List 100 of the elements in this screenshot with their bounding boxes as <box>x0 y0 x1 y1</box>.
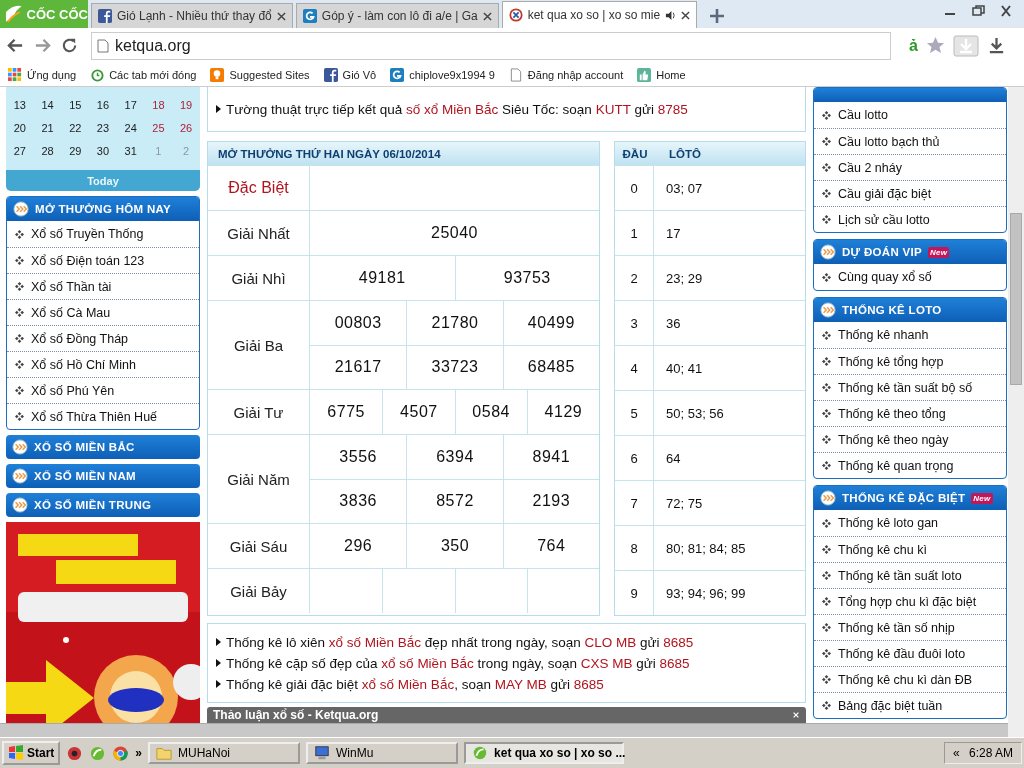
speaker-icon[interactable] <box>665 9 677 21</box>
menu-item[interactable]: Cầu 2 nháy <box>814 154 1006 180</box>
menu-item[interactable]: Cầu lotto <box>814 102 1006 128</box>
bullet-icon <box>822 545 831 554</box>
calendar-day[interactable]: 16 <box>89 98 117 111</box>
tray-toggle[interactable]: « <box>953 746 960 760</box>
calendar-day[interactable]: 25 <box>144 121 173 134</box>
calendar-day[interactable]: 18 <box>144 98 173 111</box>
arrow-bullet-icon <box>216 659 221 667</box>
scroll-thumb[interactable] <box>1010 213 1022 385</box>
bookmark[interactable]: Các tab mới đóng <box>90 67 197 82</box>
bookmark[interactable]: Gió Vô <box>323 67 377 82</box>
bookmark[interactable]: chiplove9x1994 9 <box>390 67 495 82</box>
menu-item[interactable]: Thống kê tổng hợp <box>814 348 1006 374</box>
menu-item[interactable]: Thống kê chu kì <box>814 536 1006 562</box>
calendar-day[interactable]: 23 <box>89 121 117 134</box>
menu-item[interactable]: Thống kê chu kì dàn ĐB <box>814 666 1006 692</box>
menu-item[interactable]: Thống kê theo tổng <box>814 400 1006 426</box>
bullet-icon <box>822 189 831 198</box>
menu-item[interactable]: Thống kê đầu đuôi loto <box>814 640 1006 666</box>
calendar-day[interactable]: 17 <box>116 98 145 111</box>
calendar-day[interactable]: 27 <box>6 144 34 157</box>
menu-item[interactable]: Tổng hợp chu kì đặc biệt <box>814 588 1006 614</box>
menu-item[interactable]: Xổ số Phú Yên <box>7 377 199 403</box>
menu-item[interactable]: Cùng quay xổ số <box>814 264 1006 290</box>
bookmark[interactable]: Đăng nhập account <box>508 67 624 82</box>
calendar-day[interactable]: 13 <box>6 98 34 111</box>
horizontal-scrollbar[interactable] <box>0 723 1008 737</box>
bullet-icon <box>822 383 831 392</box>
menu-item[interactable]: Cầu giải đặc biệt <box>814 180 1006 206</box>
section-header[interactable]: MỞ THƯỞNG HÔM NAY <box>7 197 199 221</box>
calendar-day[interactable]: 26 <box>172 121 200 134</box>
section-header[interactable]: XỔ SỐ MIỀN NAM <box>6 464 200 488</box>
bullet-icon <box>15 256 24 265</box>
taskbar-button[interactable]: ket qua xo so | xo so ... <box>464 742 625 764</box>
calendar-day[interactable]: 29 <box>61 144 90 157</box>
browser-icon[interactable] <box>112 744 130 762</box>
calendar-day[interactable]: 19 <box>172 98 200 111</box>
bookmark[interactable]: Suggested Sites <box>210 67 310 82</box>
more-button[interactable]: » <box>135 746 143 760</box>
menu-item[interactable]: Thống kê tần số nhịp <box>814 614 1006 640</box>
bullet-icon <box>15 282 24 291</box>
bullet-icon <box>822 701 831 710</box>
start-button[interactable]: Start <box>2 741 61 765</box>
extension-button[interactable]: ả <box>909 36 918 55</box>
table-cell-text: 64 <box>665 449 681 468</box>
browser-tab[interactable]: Góp ý - làm con lô đi a/e | Ga <box>295 3 499 28</box>
calendar-day[interactable]: 21 <box>33 121 62 134</box>
section-header[interactable]: THỐNG KÊ LOTO <box>814 298 1006 322</box>
close-icon[interactable] <box>482 11 492 21</box>
back-icon[interactable] <box>6 36 25 55</box>
taskbar-button[interactable]: MUHaNoi <box>148 742 301 764</box>
address-field[interactable]: ketqua.org <box>91 31 891 60</box>
menu-item[interactable]: Xổ số Điện toán 123 <box>7 247 199 273</box>
close-icon[interactable] <box>276 11 286 21</box>
bullet-icon <box>822 649 831 658</box>
bookmark[interactable]: Home <box>637 67 686 82</box>
calendar-day[interactable]: 31 <box>116 144 145 157</box>
menu-item[interactable]: Xổ số Cà Mau <box>7 299 199 325</box>
menu-item[interactable]: Thống kê theo ngày <box>814 426 1006 452</box>
facebook-icon <box>323 67 338 82</box>
close-icon[interactable] <box>681 10 691 20</box>
menu-item[interactable]: Xổ số Hồ Chí Minh <box>7 351 199 377</box>
section-header[interactable]: XỔ SỐ MIỀN BẮC <box>6 435 200 459</box>
column-header: LÔTÔ <box>668 147 701 160</box>
table-cell: 3 <box>615 301 654 345</box>
menu-item[interactable]: Bảng đặc biệt tuần <box>814 692 1006 718</box>
menu-item[interactable]: Xổ số Đồng Tháp <box>7 325 199 351</box>
browser-tab[interactable]: ket qua xo so | xo so mie <box>501 1 698 28</box>
calendar-day[interactable]: 14 <box>33 98 62 111</box>
taskbar-button[interactable]: WinMu <box>306 742 459 764</box>
browser-tab[interactable]: Gió Lạnh - Nhiều thứ thay đổ <box>91 3 293 28</box>
vertical-scrollbar[interactable] <box>1008 87 1024 737</box>
forward-icon[interactable] <box>33 36 52 55</box>
calendar-day[interactable]: 20 <box>6 121 34 134</box>
menu-item[interactable]: Xổ số Thần tài <box>7 273 199 299</box>
prize-name: Giải Ba <box>208 301 310 389</box>
g-icon <box>302 9 317 23</box>
calendar-day[interactable]: 15 <box>61 98 90 111</box>
bullet-icon <box>822 137 831 146</box>
section-header[interactable]: DỰ ĐOÁN VIP New <box>814 240 1006 264</box>
menu-item[interactable]: Cầu lotto bạch thủ <box>814 128 1006 154</box>
section-header[interactable]: XỔ SỐ MIỀN TRUNG <box>6 493 200 517</box>
calendar-day[interactable]: 28 <box>33 144 62 157</box>
menu-item[interactable]: Xổ số Thừa Thiên Huế <box>7 403 199 429</box>
bookmark[interactable]: Ứng dụng <box>8 67 77 82</box>
menu-item[interactable]: Thống kê nhanh <box>814 322 1006 348</box>
menu-item[interactable]: Lịch sử cầu lotto <box>814 206 1006 232</box>
table-cell-text: 296 <box>343 536 374 556</box>
menu-item[interactable]: Thống kê tần suất loto <box>814 562 1006 588</box>
section-header[interactable]: THỐNG KÊ ĐẶC BIỆT New <box>814 486 1006 510</box>
menu-item[interactable]: Thống kê loto gan <box>814 510 1006 536</box>
menu-item[interactable]: Thống kê quan trọng <box>814 452 1006 478</box>
calendar-day[interactable]: 22 <box>61 121 90 134</box>
calendar-day[interactable]: 24 <box>116 121 145 134</box>
calendar-day[interactable]: 30 <box>89 144 117 157</box>
star-icon[interactable] <box>925 36 945 55</box>
menu-item[interactable]: Xổ số Truyền Thống <box>7 221 199 247</box>
menu-item[interactable]: Thống kê tần suất bộ số <box>814 374 1006 400</box>
reload-icon[interactable] <box>60 36 79 55</box>
